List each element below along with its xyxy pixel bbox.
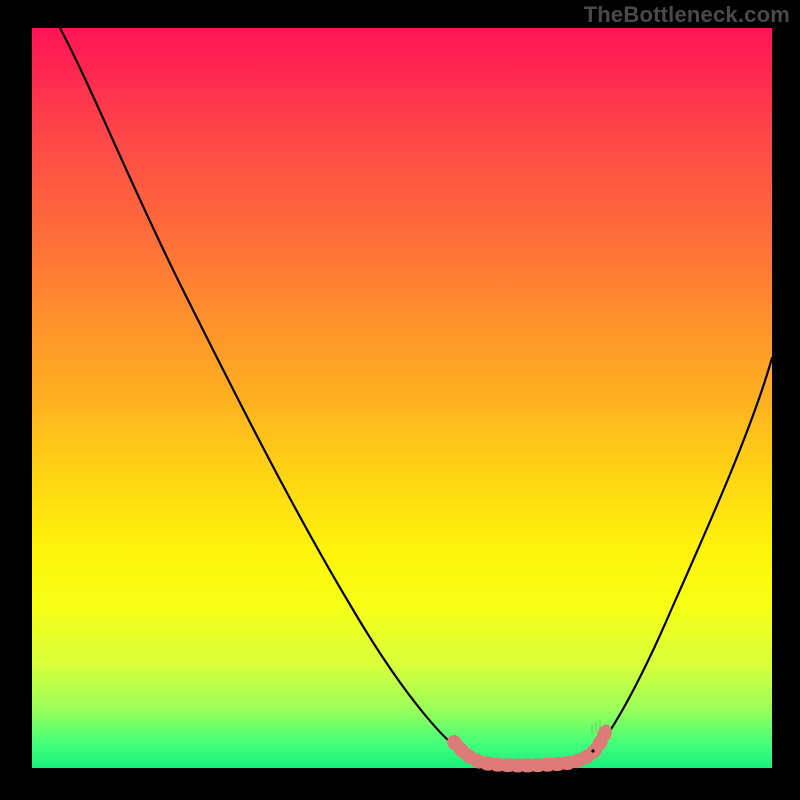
watermark-text: TheBottleneck.com: [584, 2, 790, 28]
curve-valley-pink-fill: [454, 730, 606, 765]
transition-dot: [591, 749, 594, 752]
curve-black: [60, 28, 772, 760]
chart-svg: [32, 28, 772, 768]
chart-frame: TheBottleneck.com: [0, 0, 800, 800]
plot-gradient-area: [32, 28, 772, 768]
